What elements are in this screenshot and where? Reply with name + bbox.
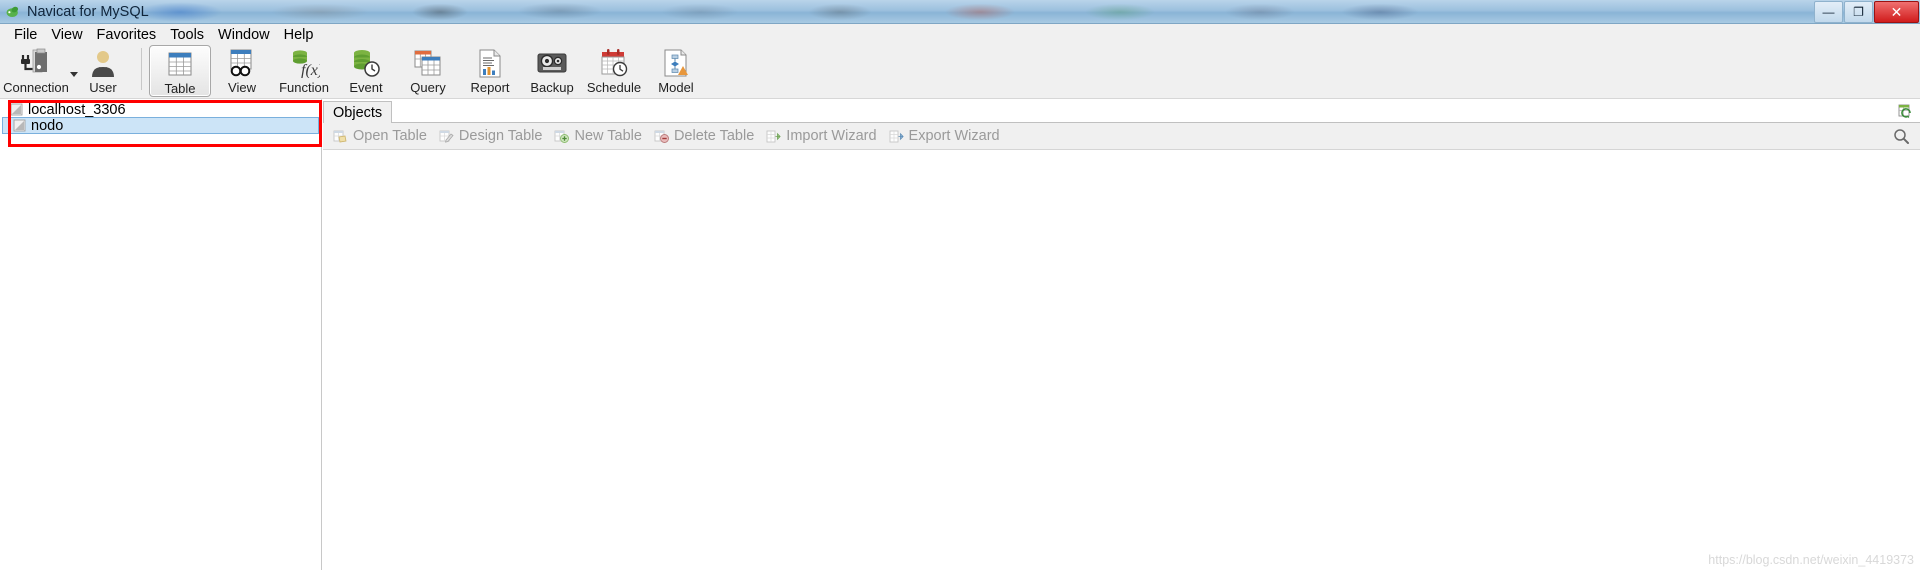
- action-delete-table[interactable]: Delete Table: [648, 125, 760, 147]
- watermark-text: https://blog.csdn.net/weixin_4419373: [1708, 553, 1914, 567]
- action-open-table[interactable]: Open Table: [327, 125, 433, 147]
- toolbar-button-connection[interactable]: Connection: [0, 45, 78, 97]
- action-label: Open Table: [353, 128, 427, 144]
- menu-bar: File View Favorites Tools Window Help: [0, 24, 1920, 45]
- menu-view[interactable]: View: [44, 26, 89, 44]
- action-new-table[interactable]: New Table: [548, 125, 647, 147]
- toolbar-button-table[interactable]: Table: [149, 45, 211, 97]
- backup-icon: [536, 47, 568, 79]
- tree-item-localhost-3306[interactable]: localhost_3306: [0, 101, 321, 118]
- tab-strip: Objects: [323, 99, 1920, 123]
- user-icon: [87, 47, 119, 79]
- objects-pane: Objects Open Table Design Table New Tabl…: [323, 99, 1920, 570]
- maximize-button[interactable]: ❐: [1844, 1, 1873, 23]
- delete-table-icon: [654, 129, 669, 144]
- menu-file[interactable]: File: [7, 26, 44, 44]
- export-wizard-icon: [889, 129, 904, 144]
- toolbar-label-table: Table: [164, 81, 196, 96]
- toolbar-group-objects: Table View f(x Function Event Query Repo…: [149, 45, 707, 97]
- model-icon: [661, 47, 691, 79]
- tab-objects[interactable]: Objects: [323, 101, 393, 123]
- action-label: Delete Table: [673, 128, 755, 144]
- toolbar-label-model: Model: [658, 80, 694, 95]
- objects-grid-area[interactable]: [323, 150, 1920, 570]
- toolbar-button-backup[interactable]: Backup: [521, 45, 583, 97]
- action-label: Import Wizard: [786, 128, 877, 144]
- window-title: Navicat for MySQL: [27, 3, 149, 20]
- action-design-table[interactable]: Design Table: [433, 125, 549, 147]
- toolbar-label-connection: Connection: [3, 80, 69, 95]
- toolbar-button-model[interactable]: Model: [645, 45, 707, 97]
- search-icon[interactable]: [1893, 128, 1910, 145]
- toolbar-button-schedule[interactable]: Schedule: [583, 45, 645, 97]
- action-label: New Table: [574, 128, 642, 144]
- toolbar-button-event[interactable]: Event: [335, 45, 397, 97]
- menu-favorites[interactable]: Favorites: [90, 26, 164, 44]
- toolbar-separator: [141, 48, 142, 90]
- menu-tools[interactable]: Tools: [163, 26, 211, 44]
- toolbar-button-query[interactable]: Query: [397, 45, 459, 97]
- svg-text:f(x): f(x): [301, 62, 320, 78]
- action-label: Export Wizard: [908, 128, 1000, 144]
- action-export-wizard[interactable]: Export Wizard: [883, 125, 1006, 147]
- view-icon: [226, 47, 258, 79]
- report-icon: [475, 47, 505, 79]
- toolbar-button-function[interactable]: f(x) Function: [273, 45, 335, 97]
- toolbar-label-view: View: [228, 80, 256, 95]
- connection-icon: [19, 47, 53, 79]
- title-bar[interactable]: Navicat for MySQL — ❐ ✕: [0, 0, 1920, 24]
- minimize-button[interactable]: —: [1814, 1, 1843, 23]
- toolbar-label-user: User: [89, 80, 117, 95]
- function-icon: f(x): [288, 47, 320, 79]
- titlebar-background-blur: [0, 0, 1920, 23]
- database-node-icon: [13, 119, 26, 132]
- refresh-icon[interactable]: [1897, 102, 1915, 120]
- objects-action-bar: Open Table Design Table New Table Delete…: [323, 123, 1920, 150]
- connection-node-icon: [10, 103, 23, 116]
- event-icon: [350, 47, 382, 79]
- tree-item-label: localhost_3306: [28, 101, 126, 118]
- action-import-wizard[interactable]: Import Wizard: [760, 125, 882, 147]
- toolbar-group-connection: Connection User: [0, 45, 134, 97]
- menu-window[interactable]: Window: [211, 26, 277, 44]
- import-wizard-icon: [766, 129, 781, 144]
- design-table-icon: [439, 129, 454, 144]
- toolbar-button-report[interactable]: Report: [459, 45, 521, 97]
- new-table-icon: [554, 129, 570, 144]
- window-controls[interactable]: — ❐ ✕: [1814, 0, 1920, 23]
- toolbar-label-event: Event: [349, 80, 383, 95]
- table-icon: [165, 48, 195, 80]
- toolbar-label-report: Report: [470, 80, 510, 95]
- open-table-icon: [333, 129, 348, 144]
- toolbar-label-function: Function: [279, 80, 329, 95]
- tab-strip-filler: [392, 101, 1920, 123]
- tree-item-label: nodo: [31, 117, 64, 134]
- menu-help[interactable]: Help: [277, 26, 321, 44]
- toolbar-button-user[interactable]: User: [72, 45, 134, 97]
- tree-item-nodo[interactable]: nodo: [2, 117, 319, 134]
- action-label: Design Table: [458, 128, 543, 144]
- connection-tree-panel[interactable]: localhost_3306 nodo: [0, 99, 322, 570]
- navicat-logo-icon: [5, 4, 21, 20]
- close-button[interactable]: ✕: [1874, 1, 1919, 23]
- toolbar-label-schedule: Schedule: [586, 80, 642, 95]
- main-area: localhost_3306 nodo Objects Open Table D…: [0, 99, 1920, 570]
- main-toolbar: Connection User Table View f(x Function …: [0, 45, 1920, 99]
- toolbar-label-query: Query: [410, 80, 446, 95]
- query-icon: [412, 47, 444, 79]
- toolbar-label-backup: Backup: [530, 80, 574, 95]
- toolbar-button-view[interactable]: View: [211, 45, 273, 97]
- schedule-icon: [599, 47, 629, 79]
